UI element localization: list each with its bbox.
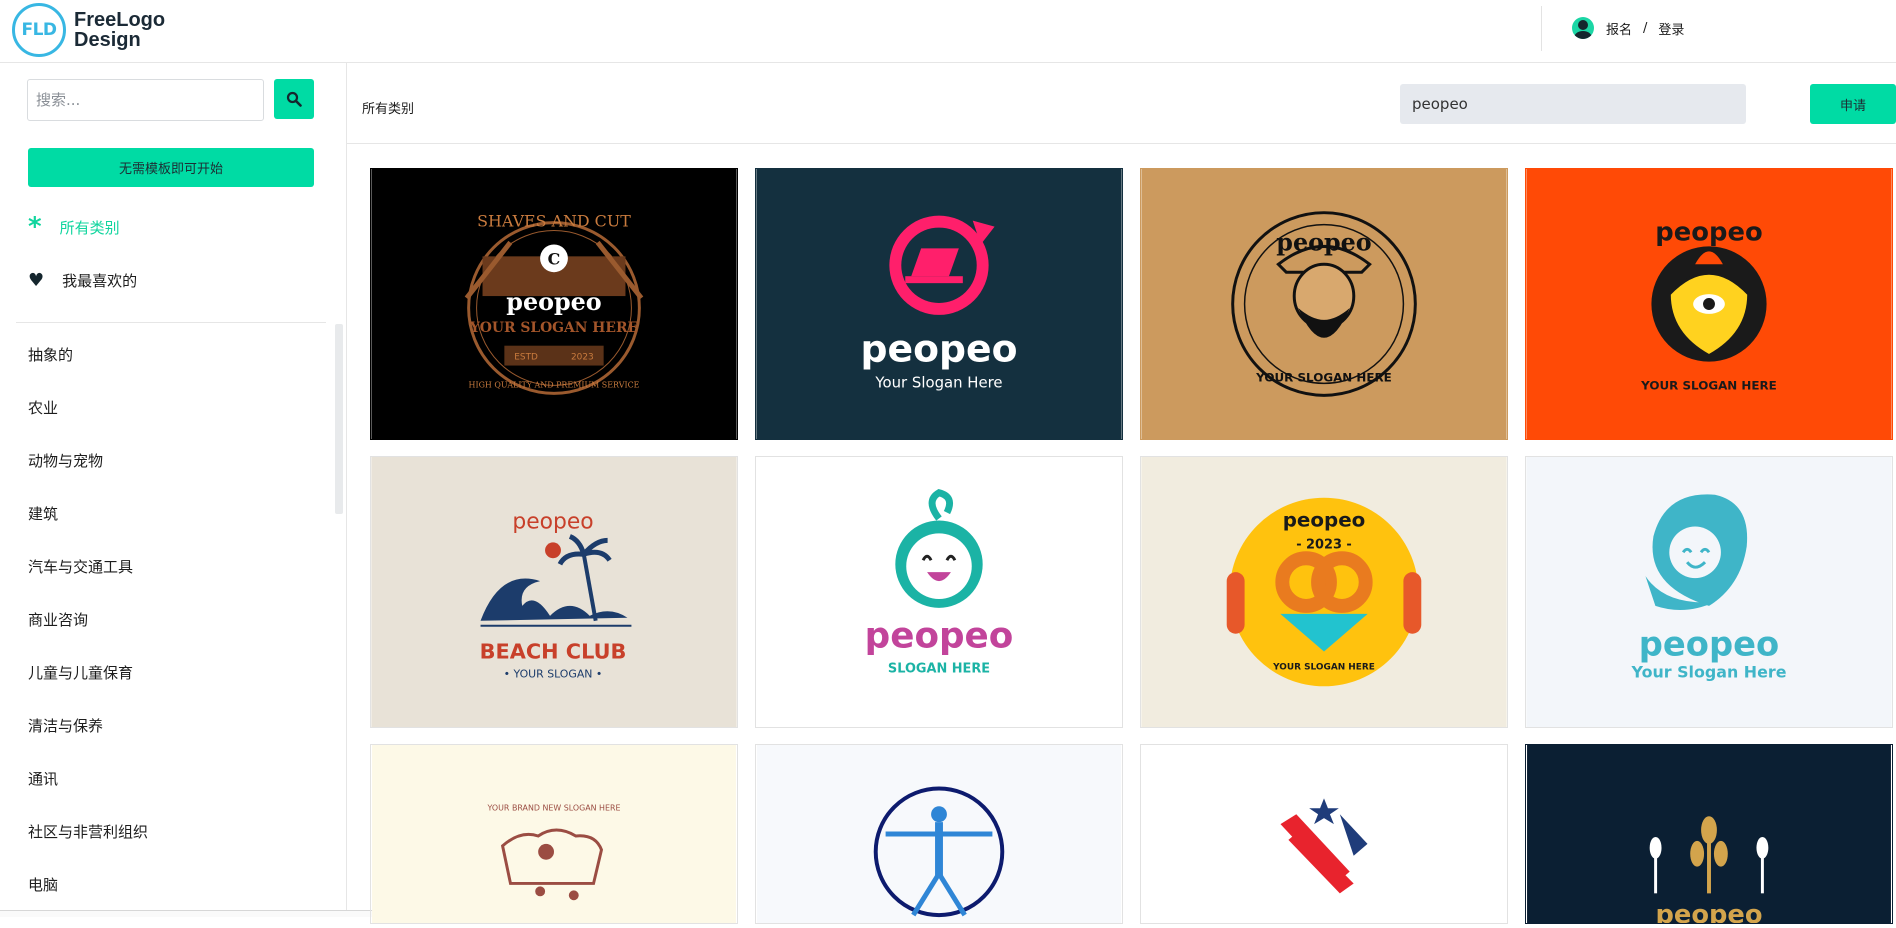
logo-card[interactable] <box>1140 744 1508 924</box>
logo-line-1: FreeLogo <box>74 9 166 31</box>
card-brand: peopeo <box>865 616 1014 657</box>
eagle-flag-logo-preview <box>1142 745 1506 923</box>
apply-button[interactable]: 申请 <box>1810 84 1896 124</box>
logo-card[interactable] <box>755 744 1123 924</box>
heart-icon: ♥ <box>28 269 45 291</box>
wheat-logo-preview: peopeo <box>1527 745 1891 923</box>
link-separator: / <box>1643 20 1648 36</box>
card-brand: peopeo <box>1283 508 1366 531</box>
start-without-template-button[interactable]: 无需模板即可开始 <box>28 148 314 187</box>
brand-name-input[interactable] <box>1400 84 1746 124</box>
sidebar-item-favorites[interactable]: ♥ 我最喜欢的 <box>28 268 137 292</box>
card-brand: peopeo <box>1655 217 1762 247</box>
logo-card[interactable]: peopeo Your Slogan Here <box>1525 456 1893 728</box>
login-link[interactable]: 登录 <box>1658 19 1684 38</box>
breadcrumb: 所有类别 <box>362 102 415 117</box>
asterisk-icon: * <box>28 212 42 242</box>
card-brand: peopeo <box>506 288 601 316</box>
sidebar-item-label: 所有类别 <box>59 218 120 237</box>
bearded-man-logo-preview: peopeo YOUR SLOGAN HERE <box>1141 169 1507 439</box>
logo-wordmark: FreeLogo Design <box>74 10 165 50</box>
category-item[interactable]: 通讯 <box>28 769 148 822</box>
logo-card[interactable]: peopeo YOUR SLOGAN HERE <box>1525 168 1893 440</box>
card-brand: peopeo <box>861 327 1018 371</box>
card-brand: peopeo <box>1639 625 1779 664</box>
logo-card[interactable]: peopeo <box>1525 744 1893 924</box>
card-bottom-text: HIGH QUALITY AND PREMIUM SERVICE <box>469 380 640 389</box>
laptop-logo-preview: peopeo Your Slogan Here <box>756 169 1122 439</box>
card-slogan: SLOGAN HERE <box>888 661 990 676</box>
barbershop-logo-preview: C SHAVES AND CUT peopeo YOUR SLOGAN HERE… <box>371 169 737 439</box>
card-slogan: • YOUR SLOGAN • <box>504 667 603 680</box>
logo-card[interactable]: peopeo BEACH CLUB • YOUR SLOGAN • <box>370 456 738 728</box>
card-year: - 2023 - <box>1296 537 1352 552</box>
site-logo[interactable]: FLD FreeLogo Design <box>12 3 165 57</box>
card-slogan: YOUR SLOGAN HERE <box>1640 378 1777 392</box>
sidebar-divider <box>16 322 326 323</box>
beach-club-logo-preview: peopeo BEACH CLUB • YOUR SLOGAN • <box>371 457 737 727</box>
logo-card[interactable]: C SHAVES AND CUT peopeo YOUR SLOGAN HERE… <box>370 168 738 440</box>
sidebar-scrollbar[interactable] <box>335 324 343 514</box>
search-input[interactable] <box>27 79 264 121</box>
sidebar-item-label: 我最喜欢的 <box>62 271 138 290</box>
logo-card[interactable]: peopeo SLOGAN HERE <box>755 456 1123 728</box>
top-header: FLD FreeLogo Design 报名 / 登录 <box>0 0 1896 63</box>
card-brand: peopeo <box>1276 228 1371 256</box>
card-initial: C <box>548 249 561 268</box>
card-slogan: Your Slogan Here <box>874 373 1002 391</box>
main-content: 所有类别 申请 C SHAVES AND CUT peopeo YOUR SLO… <box>347 63 1896 924</box>
category-item[interactable]: 社区与非营利组织 <box>28 822 148 875</box>
logo-card[interactable]: peopeo Your Slogan Here <box>755 168 1123 440</box>
category-item[interactable]: 汽车与交通工具 <box>28 557 148 610</box>
category-item[interactable]: 动物与宠物 <box>28 451 148 504</box>
category-item[interactable]: 清洁与保养 <box>28 716 148 769</box>
category-list: 抽象的 农业 动物与宠物 建筑 汽车与交通工具 商业咨询 儿童与儿童保育 清洁与… <box>28 345 148 928</box>
card-slogan: YOUR SLOGAN HERE <box>469 320 638 336</box>
category-item[interactable]: 农业 <box>28 398 148 451</box>
category-item[interactable]: 建筑 <box>28 504 148 557</box>
logo-card[interactable]: peopeo - 2023 - YOUR SLOGAN HERE <box>1140 456 1508 728</box>
card-slogan: YOUR SLOGAN HERE <box>1272 662 1375 672</box>
card-slogan: YOUR BRAND NEW SLOGAN HERE <box>487 803 621 812</box>
strawberry-logo-preview: peopeo YOUR SLOGAN HERE <box>1526 169 1892 439</box>
card-year: 2023 <box>571 353 594 363</box>
search-button[interactable] <box>274 79 314 119</box>
search-icon <box>286 91 302 107</box>
sidebar-item-all-categories[interactable]: * 所有类别 <box>28 212 120 242</box>
logo-line-2: Design <box>74 29 141 51</box>
account-links: 报名 / 登录 <box>1572 16 1684 40</box>
card-slogan: Your Slogan Here <box>1631 662 1787 681</box>
card-brand: peopeo <box>512 509 593 534</box>
logo-card[interactable]: YOUR BRAND NEW SLOGAN HERE <box>370 744 738 924</box>
category-item[interactable]: 儿童与儿童保育 <box>28 663 148 716</box>
baby-face-logo-preview: peopeo SLOGAN HERE <box>756 457 1122 727</box>
vitruvian-logo-preview <box>757 745 1121 923</box>
signup-link[interactable]: 报名 <box>1606 19 1632 38</box>
pretzel-logo-preview: peopeo - 2023 - YOUR SLOGAN HERE <box>1141 457 1507 727</box>
header-divider <box>1541 6 1542 51</box>
card-title: BEACH CLUB <box>480 640 627 664</box>
logo-mark: FLD <box>12 3 66 57</box>
category-item[interactable]: 商业咨询 <box>28 610 148 663</box>
category-item[interactable]: 抽象的 <box>28 345 148 398</box>
card-estd: ESTD <box>514 353 538 363</box>
toolbar: 所有类别 申请 <box>347 63 1896 144</box>
card-top-text: SHAVES AND CUT <box>477 212 631 231</box>
card-slogan: YOUR SLOGAN HERE <box>1255 370 1392 384</box>
logo-card[interactable]: peopeo YOUR SLOGAN HERE <box>1140 168 1508 440</box>
user-avatar-icon <box>1572 17 1594 39</box>
category-item[interactable]: 电脑 <box>28 875 148 928</box>
mother-baby-logo-preview: peopeo Your Slogan Here <box>1526 457 1892 727</box>
sidebar: 无需模板即可开始 * 所有类别 ♥ 我最喜欢的 抽象的 农业 动物与宠物 建筑 … <box>0 63 347 917</box>
bread-logo-preview: YOUR BRAND NEW SLOGAN HERE <box>372 745 736 923</box>
card-brand: peopeo <box>1656 900 1763 923</box>
